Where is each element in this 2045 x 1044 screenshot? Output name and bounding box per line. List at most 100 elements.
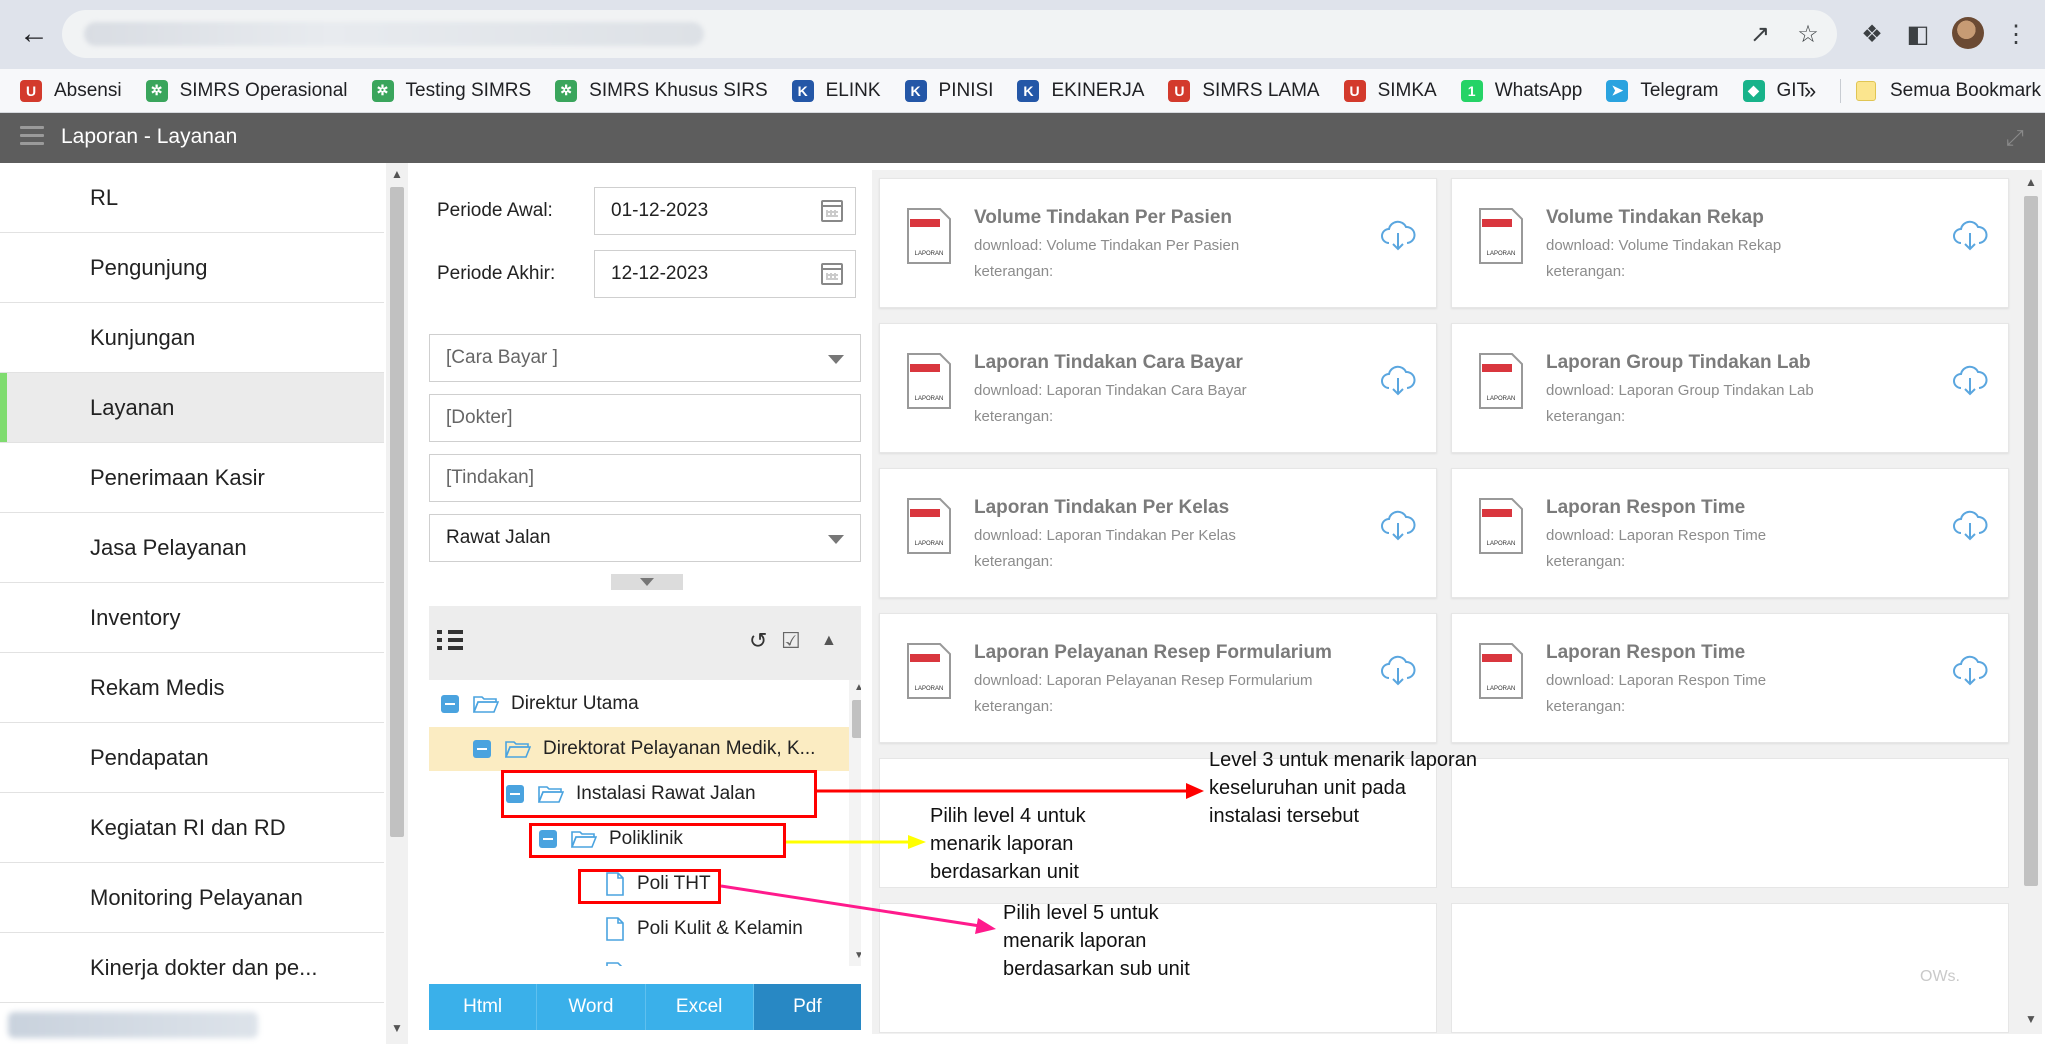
side-panel-icon[interactable]: ◧ xyxy=(1898,14,1938,54)
jenis-layanan-value: Rawat Jalan xyxy=(446,527,551,548)
profile-avatar[interactable] xyxy=(1952,17,1984,49)
report-grid-scrollbar[interactable]: ▲ ▼ xyxy=(2020,170,2042,1034)
scrollbar-thumb[interactable] xyxy=(390,187,404,837)
scroll-down-arrow-icon[interactable]: ▼ xyxy=(391,1021,403,1035)
expand-filters-handle[interactable] xyxy=(611,574,683,590)
sidebar-item-pendapatan[interactable]: Pendapatan xyxy=(0,723,384,793)
scroll-up-arrow-icon[interactable]: ▲ xyxy=(854,682,861,693)
cloud-download-icon[interactable] xyxy=(1380,652,1416,688)
cloud-download-icon[interactable] xyxy=(1952,217,1988,253)
report-card[interactable]: LAPORAN Laporan Group Tindakan Lab downl… xyxy=(1451,323,2009,453)
bookmarks-overflow-button[interactable]: » xyxy=(1804,69,1816,113)
star-icon[interactable]: ☆ xyxy=(1788,14,1828,54)
sidebar-item-rl[interactable]: RL xyxy=(0,163,384,233)
report-card[interactable]: LAPORAN Laporan Respon Time download: La… xyxy=(1451,613,2009,743)
bookmark-ekinerja[interactable]: K EKINERJA xyxy=(1017,79,1144,102)
bookmark-simka[interactable]: U SIMKA xyxy=(1343,79,1437,102)
periode-awal-input[interactable]: 01-12-2023 xyxy=(594,187,856,235)
check-square-icon[interactable]: ☑ xyxy=(781,628,801,654)
periode-akhir-input[interactable]: 12-12-2023 xyxy=(594,250,856,298)
history-icon[interactable]: ↺ xyxy=(749,628,767,654)
cloud-download-icon[interactable] xyxy=(1380,362,1416,398)
cloud-download-icon[interactable] xyxy=(1380,217,1416,253)
address-bar[interactable]: ↗ ☆ xyxy=(62,10,1837,58)
report-card[interactable]: LAPORAN Laporan Tindakan Cara Bayar down… xyxy=(879,323,1437,453)
sidebar-item-label: Kinerja dokter dan pe... xyxy=(90,954,318,980)
svg-text:LAPORAN: LAPORAN xyxy=(1487,396,1516,402)
sidebar-item-kinerja-dokter[interactable]: Kinerja dokter dan pe... xyxy=(0,933,384,1003)
sidebar-item-label: Penerimaan Kasir xyxy=(90,464,265,490)
back-arrow-icon[interactable]: ← xyxy=(14,14,54,54)
report-card[interactable]: LAPORAN Volume Tindakan Per Pasien downl… xyxy=(879,178,1437,308)
scrollbar-thumb[interactable] xyxy=(852,700,861,738)
svg-text:LAPORAN: LAPORAN xyxy=(915,396,944,402)
dokter-input[interactable]: [Dokter] xyxy=(429,394,861,442)
bookmark-label: PINISI xyxy=(938,79,994,101)
sidebar-item-layanan[interactable]: Layanan xyxy=(0,373,384,443)
tree-scrollbar[interactable]: ▲ ▼ xyxy=(849,680,861,966)
tree-node-level5[interactable]: Poli Kulit & Kelamin xyxy=(429,907,849,951)
sidebar-item-pengunjung[interactable]: Pengunjung xyxy=(0,233,384,303)
sidebar-item-jasa-pelayanan[interactable]: Jasa Pelayanan xyxy=(0,513,384,583)
all-bookmarks-button[interactable]: Semua Bookmark xyxy=(1856,69,2041,113)
bookmark-whatsapp[interactable]: 1 WhatsApp xyxy=(1460,79,1582,102)
cara-bayar-select[interactable]: [Cara Bayar ] xyxy=(429,334,861,382)
scroll-down-arrow-icon[interactable]: ▼ xyxy=(854,950,861,961)
bookmark-simrs-lama[interactable]: U SIMRS LAMA xyxy=(1168,79,1320,102)
bookmark-simrs-khusus-sirs[interactable]: ✲ SIMRS Khusus SIRS xyxy=(555,79,768,102)
cloud-download-icon[interactable] xyxy=(1952,652,1988,688)
kebab-menu-icon[interactable]: ⋮ xyxy=(1996,14,2036,54)
sidebar-scrollbar[interactable]: ▲ ▼ xyxy=(386,163,408,1044)
scroll-up-arrow-icon[interactable]: ▲ xyxy=(2025,175,2037,189)
sidebar-item-kunjungan[interactable]: Kunjungan xyxy=(0,303,384,373)
simka-icon: U xyxy=(1343,79,1366,102)
sidebar-item-rekam-medis[interactable]: Rekam Medis xyxy=(0,653,384,723)
scrollbar-thumb[interactable] xyxy=(2024,196,2038,886)
page-title: Laporan - Layanan xyxy=(61,125,238,148)
scroll-up-arrow-icon[interactable]: ▲ xyxy=(391,167,403,181)
tindakan-input[interactable]: [Tindakan] xyxy=(429,454,861,502)
sidebar-item-kegiatan-ri-rd[interactable]: Kegiatan RI dan RD xyxy=(0,793,384,863)
bookmark-label: Testing SIMRS xyxy=(405,79,532,101)
calendar-icon[interactable] xyxy=(821,200,843,222)
collapse-icon[interactable]: ⤢ xyxy=(2006,125,2024,151)
chevron-up-icon[interactable]: ▲ xyxy=(821,632,837,650)
report-card[interactable]: LAPORAN Laporan Respon Time download: La… xyxy=(1451,468,2009,598)
bookmark-elink[interactable]: K ELINK xyxy=(791,79,881,102)
tree-node-level1[interactable]: Direktur Utama xyxy=(429,682,849,726)
bookmark-telegram[interactable]: ➤ Telegram xyxy=(1606,79,1719,102)
bookmark-simrs-operasional[interactable]: ✲ SIMRS Operasional xyxy=(145,79,348,102)
cloud-download-icon[interactable] xyxy=(1380,507,1416,543)
cloud-download-icon[interactable] xyxy=(1952,362,1988,398)
svg-text:LAPORAN: LAPORAN xyxy=(915,686,944,692)
cloud-download-icon[interactable] xyxy=(1952,507,1988,543)
export-excel-button[interactable]: Excel xyxy=(645,984,754,1030)
export-html-button[interactable]: Html xyxy=(429,984,538,1030)
hamburger-menu-icon[interactable] xyxy=(20,126,44,150)
bookmark-testing-simrs[interactable]: ✲ Testing SIMRS xyxy=(371,79,532,102)
report-card[interactable]: LAPORAN Laporan Tindakan Per Kelas downl… xyxy=(879,468,1437,598)
collapse-toggle-icon[interactable] xyxy=(441,695,459,713)
calendar-icon[interactable] xyxy=(821,263,843,285)
sidebar-item-monitoring-pelayanan[interactable]: Monitoring Pelayanan xyxy=(0,863,384,933)
collapse-toggle-icon[interactable] xyxy=(473,740,491,758)
share-icon[interactable]: ↗ xyxy=(1740,14,1780,54)
report-card[interactable]: LAPORAN Volume Tindakan Rekap download: … xyxy=(1451,178,2009,308)
sidebar-item-penerimaan-kasir[interactable]: Penerimaan Kasir xyxy=(0,443,384,513)
export-pdf-button[interactable]: Pdf xyxy=(753,984,861,1030)
bookmark-git[interactable]: ◆ GIT xyxy=(1742,79,1808,102)
sidebar-item-label: Pendapatan xyxy=(90,744,209,770)
annotation-level4: Pilih level 4 untuk menarik laporan berd… xyxy=(930,802,1086,886)
export-word-button[interactable]: Word xyxy=(537,984,646,1030)
tree-node-level2[interactable]: Direktorat Pelayanan Medik, K... xyxy=(429,727,849,771)
scroll-down-arrow-icon[interactable]: ▼ xyxy=(2025,1012,2037,1026)
extensions-icon[interactable]: ❖ xyxy=(1852,14,1892,54)
jenis-layanan-select[interactable]: Rawat Jalan xyxy=(429,514,861,562)
bookmark-absensi[interactable]: U Absensi xyxy=(20,79,122,102)
annotation-box-level3 xyxy=(501,770,817,818)
report-card[interactable]: LAPORAN Laporan Pelayanan Resep Formular… xyxy=(879,613,1437,743)
bookmark-label: Telegram xyxy=(1640,79,1719,101)
bookmark-pinisi[interactable]: K PINISI xyxy=(904,79,994,102)
list-icon[interactable] xyxy=(437,630,463,650)
sidebar-item-inventory[interactable]: Inventory xyxy=(0,583,384,653)
